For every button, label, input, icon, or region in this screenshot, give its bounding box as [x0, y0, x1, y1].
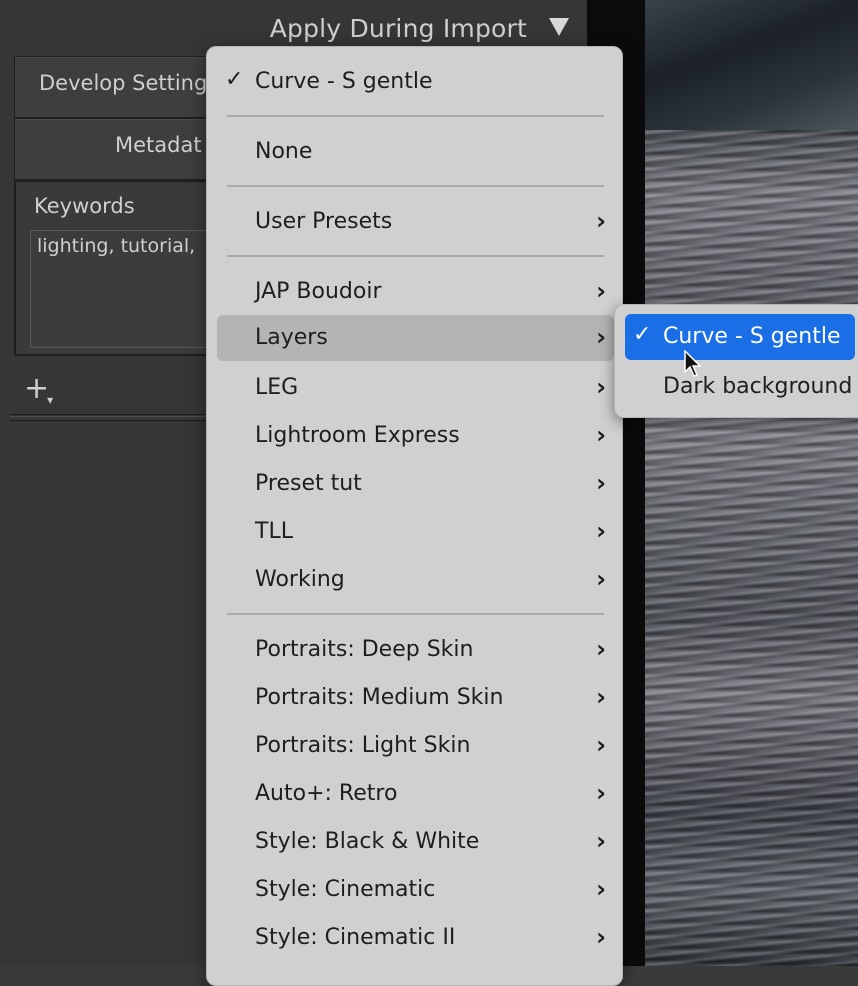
menu-separator: [227, 115, 604, 117]
menu-item-portraits-light-skin[interactable]: Portraits: Light Skin ›: [217, 723, 614, 769]
menu-item-leg[interactable]: LEG ›: [217, 365, 614, 411]
small-chevron-down-icon: ▾: [47, 393, 54, 407]
chevron-right-icon: ›: [596, 469, 606, 497]
mouse-pointer-icon: [684, 350, 702, 377]
menu-item-label: Lightroom Express: [255, 423, 460, 448]
menu-item-user-presets[interactable]: User Presets ›: [217, 199, 614, 245]
menu-item-label: None: [255, 139, 313, 164]
plus-icon: +: [24, 371, 50, 406]
chevron-right-icon: ›: [596, 731, 606, 759]
menu-item-current-preset[interactable]: ✓ Curve - S gentle: [217, 59, 614, 105]
menu-separator: [227, 255, 604, 257]
panel-title: Apply During Import: [269, 14, 527, 43]
chevron-right-icon: ›: [596, 779, 606, 807]
menu-item-label: Portraits: Medium Skin: [255, 685, 504, 710]
menu-item-label: Style: Cinematic II: [255, 925, 456, 950]
chevron-right-icon: ›: [596, 635, 606, 663]
menu-item-style-black-white[interactable]: Style: Black & White ›: [217, 819, 614, 865]
menu-item-label: LEG: [255, 375, 299, 400]
chevron-right-icon: ›: [596, 827, 606, 855]
menu-item-label: Layers: [255, 325, 328, 350]
menu-item-none[interactable]: None: [217, 129, 614, 175]
menu-separator: [227, 185, 604, 187]
photo-water: [645, 130, 858, 966]
chevron-right-icon: ›: [596, 517, 606, 545]
menu-item-label: Style: Black & White: [255, 829, 480, 854]
menu-item-style-cinematic[interactable]: Style: Cinematic ›: [217, 867, 614, 913]
triangle-down-icon[interactable]: [549, 18, 569, 36]
menu-item-label: Curve - S gentle: [255, 69, 433, 94]
menu-item-working[interactable]: Working ›: [217, 557, 614, 603]
menu-item-label: TLL: [255, 519, 293, 544]
chevron-right-icon: ›: [596, 565, 606, 593]
layers-submenu: ✓ Curve - S gentle Dark background: [614, 304, 858, 418]
photo-mountain: [645, 0, 858, 130]
submenu-item-curve-s-gentle[interactable]: ✓ Curve - S gentle: [625, 314, 855, 360]
menu-item-tll[interactable]: TLL ›: [217, 509, 614, 555]
chevron-right-icon: ›: [596, 683, 606, 711]
keywords-label: Keywords: [34, 194, 135, 218]
chevron-right-icon: ›: [596, 207, 606, 235]
submenu-item-label: Curve - S gentle: [663, 324, 841, 349]
develop-settings-label: Develop Setting: [39, 71, 208, 95]
menu-separator: [227, 613, 604, 615]
menu-item-label: Style: Cinematic: [255, 877, 436, 902]
menu-item-lightroom-express[interactable]: Lightroom Express ›: [217, 413, 614, 459]
add-keyword-button[interactable]: +▾: [24, 374, 55, 409]
menu-item-label: Working: [255, 567, 345, 592]
chevron-right-icon: ›: [596, 923, 606, 951]
chevron-right-icon: ›: [596, 323, 606, 351]
checkmark-icon: ✓: [225, 67, 244, 92]
menu-item-layers[interactable]: Layers ›: [217, 315, 614, 361]
chevron-right-icon: ›: [596, 277, 606, 305]
develop-presets-menu: ✓ Curve - S gentle None User Presets › J…: [206, 46, 623, 986]
menu-item-label: User Presets: [255, 209, 393, 234]
menu-item-label: JAP Boudoir: [255, 279, 382, 304]
menu-item-label: Preset tut: [255, 471, 362, 496]
keywords-value: lighting, tutorial,: [37, 235, 196, 257]
photo-preview: [645, 0, 858, 966]
menu-item-jap-boudoir[interactable]: JAP Boudoir ›: [217, 269, 614, 315]
checkmark-icon: ✓: [633, 322, 652, 347]
menu-item-label: Portraits: Deep Skin: [255, 637, 474, 662]
chevron-right-icon: ›: [596, 421, 606, 449]
menu-item-label: Auto+: Retro: [255, 781, 398, 806]
chevron-right-icon: ›: [596, 373, 606, 401]
metadata-label: Metadat: [115, 133, 202, 157]
menu-item-portraits-medium-skin[interactable]: Portraits: Medium Skin ›: [217, 675, 614, 721]
menu-item-preset-tut[interactable]: Preset tut ›: [217, 461, 614, 507]
menu-item-style-cinematic-ii[interactable]: Style: Cinematic II ›: [217, 915, 614, 961]
menu-item-auto-retro[interactable]: Auto+: Retro ›: [217, 771, 614, 817]
menu-item-portraits-deep-skin[interactable]: Portraits: Deep Skin ›: [217, 627, 614, 673]
chevron-right-icon: ›: [596, 875, 606, 903]
menu-item-label: Portraits: Light Skin: [255, 733, 471, 758]
submenu-item-dark-background[interactable]: Dark background: [625, 364, 855, 410]
